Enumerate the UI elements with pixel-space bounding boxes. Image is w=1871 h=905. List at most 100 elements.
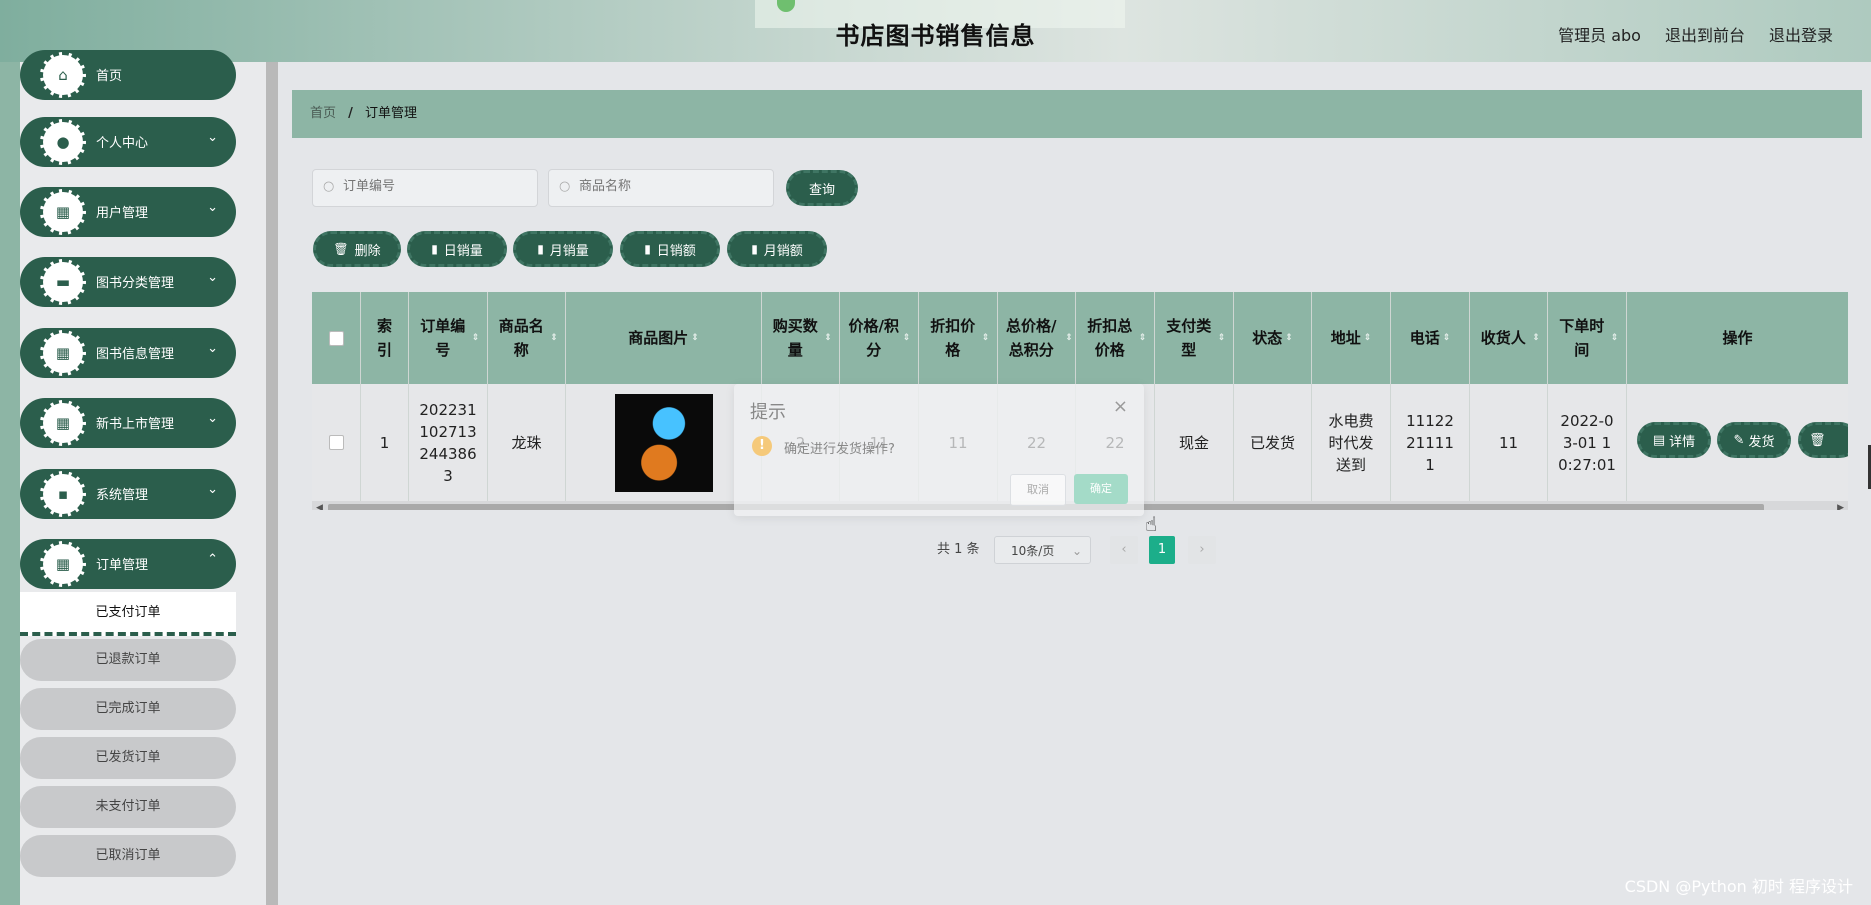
sidebar: ⌂ 首页 ● 个人中心 ⌄ ▦ 用户管理 ⌄ ▬ 图书分类管理 ⌄ ▦ 图书信息… <box>20 50 266 905</box>
dialog-confirm-button[interactable]: 确定 <box>1074 474 1128 504</box>
breadcrumb-home[interactable]: 首页 <box>310 106 336 121</box>
sort-icon[interactable]: ⇕ <box>691 326 699 350</box>
product-name-search[interactable]: ○ <box>548 169 774 207</box>
product-image[interactable] <box>614 393 713 492</box>
sidebar-item-home[interactable]: ⌂ 首页 <box>20 50 236 100</box>
sidebar-item-profile[interactable]: ● 个人中心 ⌄ <box>20 117 236 167</box>
sidebar-item-label: 系统管理 <box>96 488 149 503</box>
dialog-cancel-button[interactable]: 取消 <box>1010 474 1066 506</box>
col-phone[interactable]: 电话 ⇕ <box>1391 292 1470 384</box>
row-select-cell[interactable] <box>312 384 361 501</box>
bar-chart-icon: ▮ <box>644 242 651 256</box>
chevron-down-icon: ⌄ <box>207 130 218 145</box>
cell-status: 已发货 <box>1234 384 1312 501</box>
page-size-select[interactable]: 10条/页 ⌄ <box>994 536 1091 564</box>
chat-icon: ▪ <box>40 471 86 517</box>
logout-link[interactable]: 退出登录 <box>1769 22 1833 46</box>
prev-page-button[interactable]: ‹ <box>1110 536 1138 564</box>
col-qty[interactable]: 购买数量 ⇕ <box>762 292 840 384</box>
sidebar-item-users[interactable]: ▦ 用户管理 ⌄ <box>20 187 236 237</box>
chevron-down-icon: ⌄ <box>207 341 218 356</box>
sort-icon[interactable]: ⇕ <box>903 326 911 350</box>
sidebar-item-book-info[interactable]: ▦ 图书信息管理 ⌄ <box>20 328 236 378</box>
scroll-left-icon[interactable]: ◀ <box>316 501 323 510</box>
sort-icon[interactable]: ⇕ <box>1364 326 1372 350</box>
col-receiver[interactable]: 收货人 ⇕ <box>1470 292 1548 384</box>
col-status[interactable]: 状态 ⇕ <box>1234 292 1312 384</box>
col-product-image[interactable]: 商品图片 ⇕ <box>566 292 762 384</box>
detail-button[interactable]: ▤ 详情 <box>1637 422 1711 458</box>
page-1-button[interactable]: 1 <box>1149 536 1175 564</box>
sidebar-item-orders[interactable]: ▦ 订单管理 ⌃ <box>20 539 236 589</box>
dialog-message: 确定进行发货操作? <box>784 442 895 457</box>
sub-item-refunded-orders[interactable]: 已退款订单 <box>20 639 236 681</box>
sort-icon[interactable]: ⇕ <box>1443 326 1451 350</box>
select-all-cell[interactable] <box>312 292 361 384</box>
bar-chart-icon: ▮ <box>431 242 438 256</box>
close-icon[interactable]: × <box>1113 396 1128 417</box>
col-status-label: 状态 <box>1252 329 1283 347</box>
monthly-sales-qty-button[interactable]: ▮ 月销量 <box>513 231 613 267</box>
col-qty-label: 购买数量 <box>772 317 818 359</box>
sidebar-item-label: 图书分类管理 <box>96 276 175 291</box>
query-button[interactable]: 查询 <box>786 170 858 206</box>
sort-icon[interactable]: ⇕ <box>1139 326 1147 350</box>
col-product-name[interactable]: 商品名称 ⇕ <box>488 292 566 384</box>
col-total[interactable]: 总价格/总积分 ⇕ <box>998 292 1076 384</box>
sub-item-paid-orders[interactable]: 已支付订单 <box>20 592 236 636</box>
cell-phone: 11122211111 <box>1391 384 1470 501</box>
delete-row-button[interactable]: 🗑 <box>1798 422 1848 458</box>
col-discount-total[interactable]: 折扣总价格 ⇕ <box>1076 292 1155 384</box>
sub-item-completed-orders[interactable]: 已完成订单 <box>20 688 236 730</box>
sort-icon[interactable]: ⇕ <box>1532 326 1540 350</box>
daily-sales-qty-button[interactable]: ▮ 日销量 <box>407 231 507 267</box>
sidebar-scrollbar[interactable] <box>266 62 278 905</box>
sub-item-cancelled-orders[interactable]: 已取消订单 <box>20 835 236 877</box>
top-user-menu: 管理员 abo 退出到前台 退出登录 <box>1558 22 1833 46</box>
to-front-link[interactable]: 退出到前台 <box>1665 22 1745 46</box>
sub-item-unpaid-orders[interactable]: 未支付订单 <box>20 786 236 828</box>
col-order-time[interactable]: 下单时间 ⇕ <box>1548 292 1627 384</box>
col-discount-price-label: 折扣价格 <box>930 317 976 359</box>
col-pay-type-label: 支付类型 <box>1166 317 1212 359</box>
col-price[interactable]: 价格/积分 ⇕ <box>840 292 919 384</box>
col-pay-type[interactable]: 支付类型 ⇕ <box>1155 292 1234 384</box>
col-discount-price[interactable]: 折扣价格 ⇕ <box>919 292 998 384</box>
sort-icon[interactable]: ⇕ <box>1065 326 1073 350</box>
user-icon: ● <box>40 119 86 165</box>
cell-address: 水电费时代发送到 <box>1312 384 1391 501</box>
sidebar-item-system[interactable]: ▪ 系统管理 ⌄ <box>20 469 236 519</box>
sort-icon[interactable]: ⇕ <box>1285 326 1293 350</box>
confirm-dialog: 提示 × ! 确定进行发货操作? 取消 确定 <box>734 384 1144 516</box>
monthly-sales-amt-button[interactable]: ▮ 月销额 <box>727 231 827 267</box>
product-name-input[interactable] <box>577 178 761 195</box>
daily-sales-amt-button[interactable]: ▮ 日销额 <box>620 231 720 267</box>
sort-icon[interactable]: ⇕ <box>1218 326 1226 350</box>
order-no-search[interactable]: ○ <box>312 169 538 207</box>
detail-button-label: 详情 <box>1669 434 1696 450</box>
sort-icon[interactable]: ⇕ <box>1611 326 1619 350</box>
scroll-right-icon[interactable]: ▶ <box>1837 501 1844 510</box>
delete-button-label: 删除 <box>354 243 381 259</box>
select-all-checkbox[interactable] <box>328 330 344 346</box>
sort-icon[interactable]: ⇕ <box>550 326 558 350</box>
bar-chart-icon: ▮ <box>537 242 544 256</box>
edit-icon: ✎ <box>1733 432 1745 448</box>
ship-button[interactable]: ✎ 发货 <box>1717 422 1791 458</box>
pointer-cursor-icon: ☝ <box>1145 512 1158 536</box>
sort-icon[interactable]: ⇕ <box>472 326 480 350</box>
delete-button[interactable]: 🗑 删除 <box>313 231 401 267</box>
sidebar-item-book-category[interactable]: ▬ 图书分类管理 ⌄ <box>20 257 236 307</box>
sidebar-item-new-books[interactable]: ▦ 新书上市管理 ⌄ <box>20 398 236 448</box>
monthly-sales-qty-label: 月销量 <box>549 243 589 259</box>
sub-item-shipped-orders[interactable]: 已发货订单 <box>20 737 236 779</box>
order-no-input[interactable] <box>341 178 525 195</box>
col-address[interactable]: 地址 ⇕ <box>1312 292 1391 384</box>
top-header-bar: 书店图书销售信息 管理员 abo 退出到前台 退出登录 <box>0 0 1871 62</box>
sort-icon[interactable]: ⇕ <box>982 326 990 350</box>
col-order-no[interactable]: 订单编号 ⇕ <box>409 292 488 384</box>
trash-icon: 🗑 <box>333 242 349 256</box>
next-page-button[interactable]: › <box>1188 536 1216 564</box>
sort-icon[interactable]: ⇕ <box>824 326 832 350</box>
row-checkbox[interactable] <box>328 435 344 450</box>
